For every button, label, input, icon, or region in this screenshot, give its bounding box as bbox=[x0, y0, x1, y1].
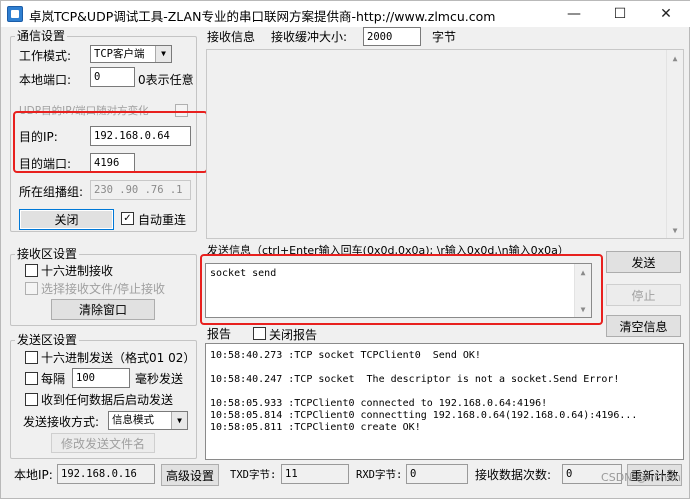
local-ip-value: 192.168.0.16 bbox=[57, 464, 155, 484]
send-settings-label: 发送区设置 bbox=[15, 333, 80, 347]
local-port-label: 本地端口: bbox=[19, 73, 72, 87]
chevron-down-icon[interactable]: ▼ bbox=[155, 46, 171, 62]
report-line: 10:58:40.247 :TCP socket The descriptor … bbox=[210, 374, 620, 385]
udp-follow-label: UDP目的IP/端口随对方变化 bbox=[19, 105, 149, 117]
multicast-input[interactable]: 230 .90 .76 .1 bbox=[90, 180, 191, 200]
local-port-input[interactable]: 0 bbox=[90, 67, 135, 87]
interval-input[interactable]: 100 bbox=[72, 368, 130, 388]
send-mode-value: 信息模式 bbox=[112, 414, 154, 426]
send-scrollbar[interactable]: ▲ ▼ bbox=[574, 264, 591, 317]
rxd-value: 0 bbox=[406, 464, 468, 484]
recv-count-label: 接收数据次数: bbox=[475, 468, 552, 482]
chevron-down-icon[interactable]: ▼ bbox=[171, 412, 187, 429]
report-title: 报告 bbox=[207, 327, 232, 341]
clear-info-button[interactable]: 清空信息 bbox=[606, 315, 681, 337]
hex-recv-checkbox[interactable] bbox=[25, 264, 38, 277]
hex-send-checkbox[interactable] bbox=[25, 351, 38, 364]
report-line: 10:58:40.273 :TCP socket TCPClient0 Send… bbox=[210, 350, 481, 361]
title-bar[interactable]: 卓岚TCP&UDP调试工具-ZLAN专业的串口联网方案提供商-http://ww… bbox=[1, 1, 690, 27]
auto-reconnect-checkbox[interactable]: ✓ bbox=[121, 212, 134, 225]
send-mode-select[interactable]: 信息模式 ▼ bbox=[108, 411, 188, 430]
report-line: 10:58:05.933 :TCPClient0 connected to 19… bbox=[210, 398, 548, 409]
auto-reconnect-label: 自动重连 bbox=[138, 213, 187, 227]
mode-select-value: TCP客户端 bbox=[94, 48, 145, 60]
report-textarea[interactable]: 10:58:40.273 :TCP socket TCPClient0 Send… bbox=[205, 343, 684, 460]
recv-trigger-checkbox[interactable] bbox=[25, 393, 38, 406]
dest-ip-label: 目的IP: bbox=[19, 130, 58, 144]
buffer-unit-label: 字节 bbox=[432, 30, 457, 44]
comm-settings-label: 通信设置 bbox=[15, 29, 68, 43]
mode-select[interactable]: TCP客户端 ▼ bbox=[90, 45, 172, 63]
close-report-label: 关闭报告 bbox=[269, 328, 318, 342]
rxd-label: RXD字节: bbox=[356, 469, 403, 481]
window-title: 卓岚TCP&UDP调试工具-ZLAN专业的串口联网方案提供商-http://ww… bbox=[29, 9, 496, 24]
minimize-icon[interactable]: — bbox=[551, 1, 597, 27]
scroll-up-icon[interactable]: ▲ bbox=[667, 50, 683, 66]
buffer-size-input[interactable]: 2000 bbox=[363, 27, 421, 46]
receive-scrollbar[interactable]: ▲ ▼ bbox=[666, 50, 683, 238]
send-button[interactable]: 发送 bbox=[606, 251, 681, 273]
multicast-label: 所在组播组: bbox=[19, 185, 84, 199]
scroll-down-icon[interactable]: ▼ bbox=[575, 301, 591, 317]
dest-port-input[interactable]: 4196 bbox=[90, 153, 135, 173]
dest-ip-input[interactable]: 192.168.0.64 bbox=[90, 126, 191, 146]
stop-button[interactable]: 停止 bbox=[606, 284, 681, 306]
app-icon bbox=[7, 6, 23, 22]
hex-send-label: 十六进制发送（格式01 02） bbox=[41, 351, 196, 365]
report-line: 10:58:05.811 :TCPClient0 create OK! bbox=[210, 422, 421, 433]
close-icon[interactable]: ✕ bbox=[643, 1, 689, 27]
send-textarea[interactable]: socket send ▲ ▼ bbox=[205, 263, 592, 318]
local-ip-label: 本地IP: bbox=[14, 468, 53, 482]
send-mode-label: 发送接收方式: bbox=[23, 415, 100, 429]
txd-value: 11 bbox=[281, 464, 349, 484]
hex-recv-label: 十六进制接收 bbox=[41, 264, 114, 278]
buffer-size-label: 接收缓冲大小: bbox=[271, 30, 348, 44]
receive-title: 接收信息 bbox=[207, 30, 256, 44]
receive-textarea[interactable]: ▲ ▼ bbox=[206, 49, 684, 239]
ms-send-label: 毫秒发送 bbox=[135, 372, 184, 386]
close-report-checkbox[interactable] bbox=[253, 327, 266, 340]
report-line: 10:58:05.814 :TCPClient0 connectting 192… bbox=[210, 410, 638, 421]
dest-port-label: 目的端口: bbox=[19, 157, 72, 171]
recv-trigger-label: 收到任何数据后启动发送 bbox=[41, 393, 174, 407]
watermark-text: CSDN @lrchen bbox=[601, 471, 681, 484]
select-stop-label: 选择接收文件/停止接收 bbox=[41, 282, 166, 296]
mode-label: 工作模式: bbox=[19, 49, 72, 63]
clear-window-button[interactable]: 清除窗口 bbox=[51, 299, 155, 320]
interval-send-checkbox[interactable] bbox=[25, 372, 38, 385]
udp-follow-checkbox[interactable] bbox=[175, 104, 188, 117]
txd-label: TXD字节: bbox=[230, 469, 277, 481]
close-connection-button[interactable]: 关闭 bbox=[19, 209, 114, 230]
send-content: socket send bbox=[210, 268, 277, 279]
maximize-icon[interactable]: ☐ bbox=[597, 1, 643, 27]
send-title: 发送信息（ctrl+Enter输入回车(0x0d,0x0a); \r输入0x0d… bbox=[207, 244, 569, 257]
select-stop-checkbox[interactable] bbox=[25, 282, 38, 295]
advanced-settings-button[interactable]: 高级设置 bbox=[161, 464, 219, 486]
scroll-up-icon[interactable]: ▲ bbox=[575, 264, 591, 280]
scroll-down-icon[interactable]: ▼ bbox=[667, 222, 683, 238]
recv-settings-label: 接收区设置 bbox=[15, 247, 80, 261]
modify-file-button[interactable]: 修改发送文件名 bbox=[51, 433, 155, 453]
local-port-hint: 0表示任意 bbox=[138, 73, 194, 87]
interval-label: 每隔 bbox=[41, 372, 66, 386]
app-window: 卓岚TCP&UDP调试工具-ZLAN专业的串口联网方案提供商-http://ww… bbox=[0, 0, 690, 499]
